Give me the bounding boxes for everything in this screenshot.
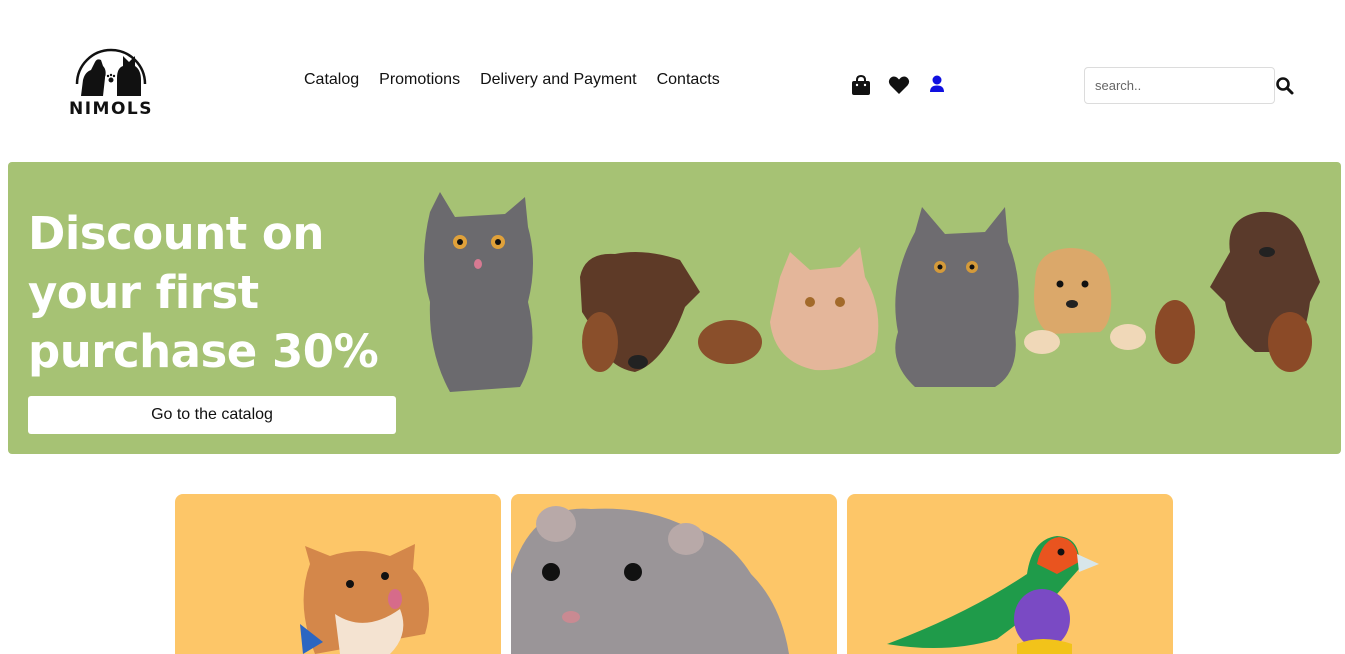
nav-item-catalog[interactable]: Catalog [304, 71, 359, 89]
shopping-bag-icon[interactable] [850, 74, 872, 96]
search-icon[interactable] [1275, 76, 1295, 96]
brand-logo[interactable]: NIMOLS [66, 44, 156, 120]
user-icon[interactable] [926, 74, 948, 96]
promo-banner: Discount on your first purchase 30% Go t… [8, 162, 1341, 454]
nav-item-promotions[interactable]: Promotions [379, 71, 460, 89]
main-nav: Catalog Promotions Delivery and Payment … [304, 71, 720, 89]
nav-item-contacts[interactable]: Contacts [657, 71, 720, 89]
finch-bird-image [887, 536, 1099, 654]
category-card-bird[interactable] [847, 494, 1173, 654]
hamster-image [511, 506, 789, 654]
shiba-dog-image [300, 544, 429, 654]
nav-item-delivery-payment[interactable]: Delivery and Payment [480, 71, 637, 89]
pets-logo-icon [75, 48, 147, 96]
doberman-puppy-image [1155, 211, 1320, 372]
category-card-dog[interactable] [175, 494, 501, 654]
go-to-catalog-button[interactable]: Go to the catalog [28, 396, 396, 434]
persian-kitten-image [770, 247, 879, 371]
golden-puppy-image [1024, 248, 1146, 354]
heart-icon[interactable] [888, 74, 910, 96]
grey-cat-image [895, 207, 1019, 387]
category-cards [175, 494, 1173, 654]
category-card-hamster[interactable] [511, 494, 837, 654]
brown-puppy-image [580, 252, 762, 372]
header-actions [850, 74, 948, 96]
search-input[interactable] [1084, 67, 1275, 104]
grey-kitten-image [424, 192, 533, 392]
pets-illustration [424, 192, 1320, 392]
promo-title: Discount on your first purchase 30% [28, 207, 379, 378]
search-bar [1084, 67, 1294, 104]
site-header: NIMOLS Catalog Promotions Delivery and P… [0, 0, 1345, 162]
brand-name: NIMOLS [69, 99, 153, 119]
